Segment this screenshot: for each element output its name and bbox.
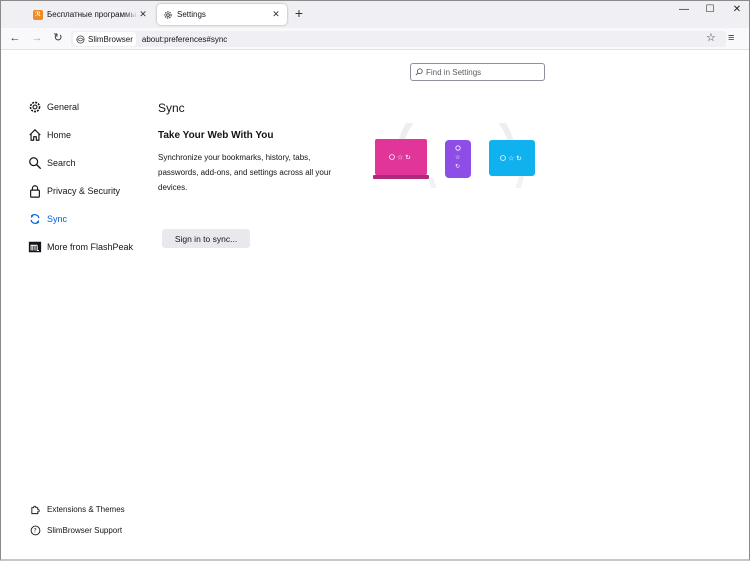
- url-bar[interactable]: SlimBrowser about:preferences#sync: [71, 31, 726, 47]
- identity-box[interactable]: SlimBrowser: [73, 32, 136, 46]
- puzzle-icon: [29, 503, 41, 515]
- tab-title: Settings: [177, 10, 206, 19]
- svg-text:↻: ↻: [455, 163, 460, 170]
- help-icon: ?: [29, 524, 41, 536]
- back-button[interactable]: ←: [7, 31, 23, 47]
- category-label: Privacy & Security: [47, 186, 121, 196]
- svg-text:?: ?: [33, 527, 36, 534]
- bookmark-star-icon[interactable]: ☆: [706, 31, 720, 47]
- flashpeak-logo-icon: [28, 240, 42, 254]
- tab-strip: ℛ Бесплатные программы на FreeSoft ✕ Set…: [1, 1, 749, 28]
- category-label: General: [47, 102, 80, 112]
- extensions-themes-label: Extensions & Themes: [47, 504, 125, 514]
- close-tab-icon[interactable]: ✕: [271, 9, 281, 20]
- identity-label: SlimBrowser: [88, 34, 133, 44]
- sync-subheading: Take Your Web With You: [158, 130, 274, 141]
- maximize-button[interactable]: ☐: [695, 4, 725, 18]
- close-window-button[interactable]: ✕: [722, 4, 750, 18]
- search-icon: [28, 156, 42, 170]
- page-title: Sync: [158, 101, 185, 115]
- extensions-themes-link[interactable]: Extensions & Themes: [29, 502, 125, 516]
- sync-description: Synchronize your bookmarks, history, tab…: [158, 153, 331, 192]
- phone-icon: ☆ ↻: [445, 140, 471, 178]
- support-link[interactable]: ? SlimBrowser Support: [29, 523, 122, 537]
- reload-button[interactable]: ↻: [50, 31, 66, 47]
- home-icon: [28, 128, 42, 142]
- rss-icon: ℛ: [33, 9, 43, 20]
- navigation-toolbar: ← → ↻ SlimBrowser about:preferences#sync…: [1, 28, 749, 50]
- svg-text:☆: ☆: [508, 155, 514, 163]
- new-tab-button[interactable]: +: [291, 6, 307, 22]
- tablet-icon: ☆ ↻: [489, 140, 535, 176]
- svg-text:☆: ☆: [397, 154, 403, 162]
- gear-icon: [28, 100, 42, 114]
- category-label: Search: [47, 158, 76, 168]
- tab-freesoft[interactable]: ℛ Бесплатные программы на FreeSoft ✕: [27, 4, 154, 25]
- search-icon: [415, 68, 423, 76]
- hamburger-menu-icon[interactable]: ≡: [728, 31, 742, 47]
- sync-devices-illustration: ☆ ↻ ☆ ↻ ☆ ↻: [371, 96, 541, 219]
- sync-icon: [28, 212, 42, 226]
- category-label: Home: [47, 130, 72, 140]
- close-tab-icon[interactable]: ✕: [138, 9, 148, 20]
- category-more-from-flashpeak[interactable]: More from FlashPeak: [28, 238, 133, 256]
- svg-text:☆: ☆: [455, 154, 460, 161]
- support-label: SlimBrowser Support: [47, 525, 123, 535]
- gear-icon: [163, 10, 173, 20]
- svg-text:↻: ↻: [405, 154, 411, 162]
- category-label: More from FlashPeak: [47, 242, 134, 252]
- url-text[interactable]: about:preferences#sync: [142, 35, 227, 44]
- category-label: Sync: [47, 214, 68, 224]
- category-sync[interactable]: Sync: [28, 210, 67, 228]
- category-privacy-security[interactable]: Privacy & Security: [28, 182, 120, 200]
- category-general[interactable]: General: [28, 98, 79, 116]
- laptop-icon: ☆ ↻: [373, 139, 429, 179]
- browser-window: ℛ Бесплатные программы на FreeSoft ✕ Set…: [0, 0, 750, 561]
- svg-text:↻: ↻: [516, 155, 522, 163]
- category-search[interactable]: Search: [28, 154, 76, 172]
- tab-settings[interactable]: Settings ✕: [157, 4, 287, 25]
- lock-icon: [28, 184, 42, 198]
- tab-title: Бесплатные программы на FreeSoft: [47, 10, 138, 19]
- category-home[interactable]: Home: [28, 126, 71, 144]
- forward-button[interactable]: →: [29, 31, 45, 47]
- find-in-settings-input[interactable]: [426, 67, 536, 77]
- sign-in-to-sync-button[interactable]: Sign in to sync...: [162, 229, 250, 248]
- browser-logo-icon: [76, 34, 85, 44]
- find-in-settings[interactable]: [410, 63, 545, 81]
